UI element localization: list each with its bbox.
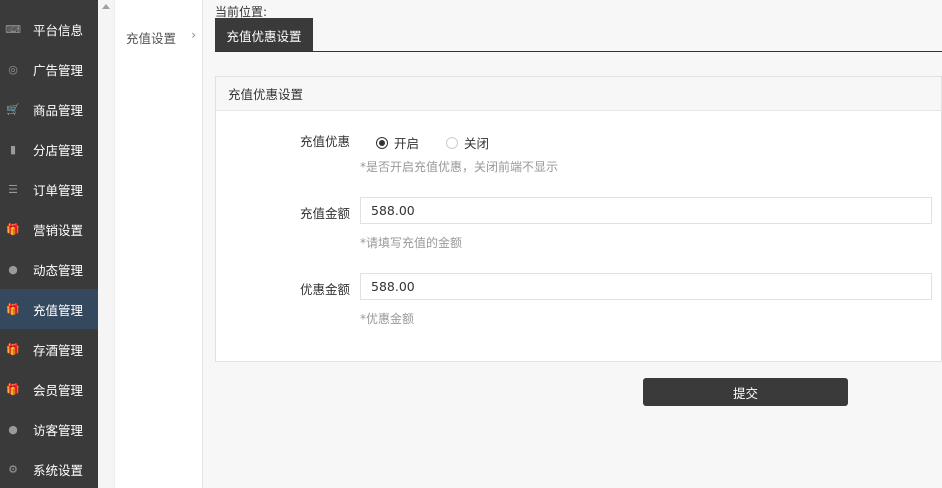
submenu-item-label: 充值设置 (126, 31, 177, 46)
sidebar-item-branch-management[interactable]: ▮ 分店管理 (0, 129, 98, 169)
book-icon: ▮ (9, 142, 17, 156)
sidebar-item-platform-info[interactable]: ⌨ 平台信息 (0, 9, 98, 49)
gift-icon: 🎁 (6, 302, 20, 316)
sidebar-item-order-management[interactable]: ☰ 订单管理 (0, 169, 98, 209)
sidebar: ⌨ 平台信息 ◎ 广告管理 🛒 商品管理 ▮ 分店管理 ☰ 订单管理 🎁 营销设… (0, 0, 98, 488)
gear-icon: ⚙ (8, 462, 18, 476)
sidebar-item-marketing-settings[interactable]: 🎁 营销设置 (0, 209, 98, 249)
sidebar-item-label: 存酒管理 (33, 342, 84, 358)
recharge-amount-hint: *请填写充值的金额 (360, 236, 463, 250)
sidebar-item-news-management[interactable]: ● 动态管理 (0, 249, 98, 289)
gift-icon: 🎁 (6, 382, 20, 396)
chevron-right-icon: › (191, 28, 196, 42)
radio-unchecked-icon (446, 136, 458, 149)
tab-recharge-discount-settings[interactable]: 充值优惠设置 (215, 18, 313, 52)
gift-icon: 🎁 (6, 222, 20, 236)
sidebar-item-label: 广告管理 (33, 62, 84, 78)
sidebar-scrollbar[interactable] (98, 0, 115, 488)
tab-underline (215, 51, 942, 52)
bonus-amount-input[interactable] (360, 273, 932, 300)
sidebar-item-label: 订单管理 (33, 182, 84, 198)
sidebar-item-ad-management[interactable]: ◎ 广告管理 (0, 49, 98, 89)
sidebar-item-label: 平台信息 (33, 22, 84, 38)
sidebar-item-label: 系统设置 (33, 462, 84, 478)
sidebar-item-label: 分店管理 (33, 142, 84, 158)
sidebar-item-label: 充值管理 (33, 302, 84, 318)
panel-title: 充值优惠设置 (216, 77, 941, 111)
radio-checked-icon (376, 136, 388, 149)
discount-label: 充值优惠 (300, 134, 351, 149)
sidebar-item-label: 会员管理 (33, 382, 84, 398)
support-icon: ◎ (8, 62, 18, 76)
bonus-amount-label: 优惠金额 (300, 282, 351, 297)
gift-icon: 🎁 (6, 342, 20, 356)
user-icon: ● (8, 262, 18, 276)
discount-on-label: 开启 (394, 136, 420, 151)
main-content: 当前位置: 充值优惠设置 充值优惠设置 充值优惠 开启 关闭 *是否开启充值优惠… (203, 0, 942, 488)
sidebar-item-member-management[interactable]: 🎁 会员管理 (0, 369, 98, 409)
discount-on-radio[interactable]: 开启 (376, 133, 419, 152)
sidebar-item-label: 营销设置 (33, 222, 84, 238)
discount-off-radio[interactable]: 关闭 (446, 133, 489, 152)
recharge-amount-label: 充值金额 (300, 206, 351, 221)
discount-hint: *是否开启充值优惠，关闭前端不显示 (360, 160, 559, 174)
sidebar-item-recharge-management[interactable]: 🎁 充值管理 (0, 289, 98, 329)
sidebar-item-system-settings[interactable]: ⚙ 系统设置 (0, 449, 98, 488)
scroll-up-arrow-icon[interactable] (102, 4, 110, 9)
sidebar-item-wine-storage[interactable]: 🎁 存酒管理 (0, 329, 98, 369)
keyboard-icon: ⌨ (5, 22, 21, 36)
sidebar-item-label: 访客管理 (33, 422, 84, 438)
discount-off-label: 关闭 (464, 136, 490, 151)
recharge-amount-input[interactable] (360, 197, 932, 224)
user-icon: ● (8, 422, 18, 436)
submenu-item-recharge-settings[interactable]: 充值设置 › (126, 28, 196, 47)
cart-icon: 🛒 (6, 102, 20, 116)
settings-panel: 充值优惠设置 充值优惠 开启 关闭 *是否开启充值优惠，关闭前端不显示 充值金额… (215, 76, 942, 362)
submit-button[interactable]: 提交 (643, 378, 848, 406)
sidebar-item-label: 商品管理 (33, 102, 84, 118)
sidebar-item-product-management[interactable]: 🛒 商品管理 (0, 89, 98, 129)
sidebar-item-visitor-management[interactable]: ● 访客管理 (0, 409, 98, 449)
submenu: 充值设置 › (115, 0, 203, 488)
list-icon: ☰ (8, 182, 18, 196)
sidebar-item-label: 动态管理 (33, 262, 84, 278)
bonus-amount-hint: *优惠金额 (360, 312, 415, 326)
